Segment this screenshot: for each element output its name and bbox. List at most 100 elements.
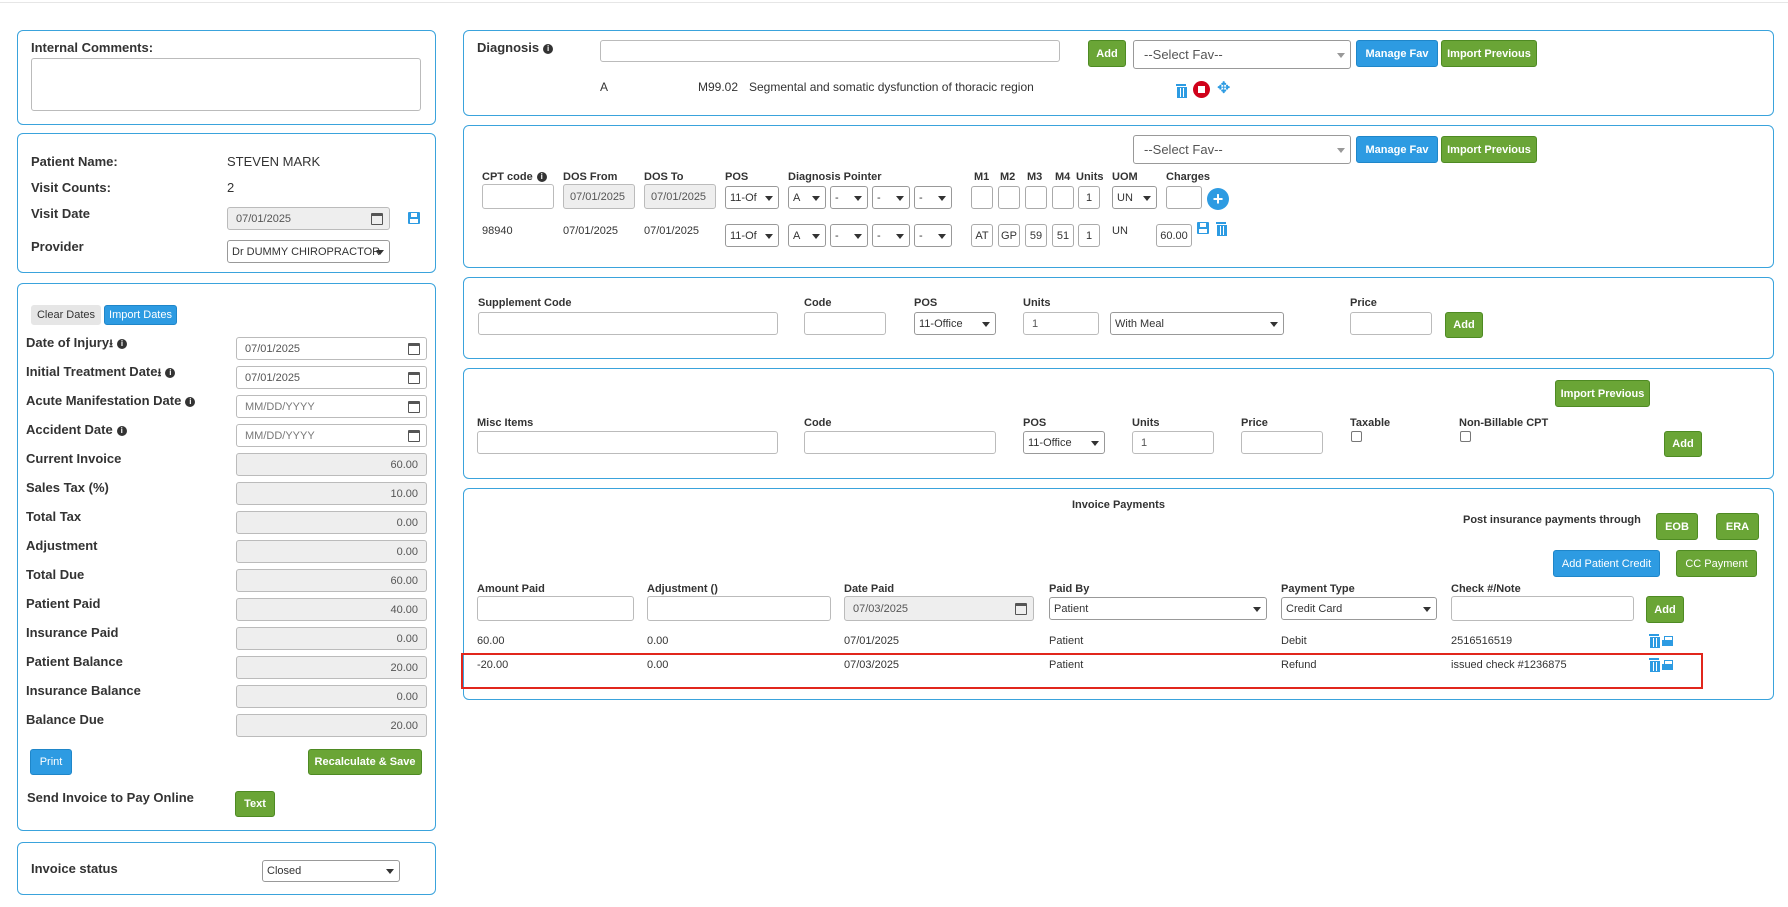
cpt-row-units[interactable]: 1 bbox=[1078, 224, 1100, 247]
cpt-row-pos-select[interactable]: 11-Of bbox=[725, 224, 779, 247]
misc-code-input[interactable] bbox=[804, 431, 996, 454]
cpt-row-m3[interactable]: 59 bbox=[1025, 224, 1047, 247]
adjustment-input[interactable] bbox=[647, 596, 831, 621]
initial-treatment-label: Initial Treatment Date⭳ i bbox=[26, 364, 176, 383]
invoice-status-select[interactable]: Closed bbox=[262, 860, 400, 882]
save-cpt-row-icon[interactable] bbox=[1197, 222, 1209, 234]
delete-diagnosis-icon[interactable] bbox=[1176, 83, 1187, 98]
new-dos-from-field[interactable]: 07/01/2025 bbox=[563, 184, 635, 209]
diagnosis-manage-fav-button[interactable]: Manage Fav bbox=[1356, 40, 1438, 67]
misc-price-input[interactable] bbox=[1241, 431, 1323, 454]
internal-comments-textarea[interactable] bbox=[31, 58, 421, 111]
cpt-row-pointer-1[interactable]: A bbox=[788, 224, 826, 247]
new-pointer-3-select[interactable]: - bbox=[872, 186, 910, 209]
supplement-code2-input[interactable] bbox=[804, 312, 886, 335]
eob-button[interactable]: EOB bbox=[1656, 513, 1698, 540]
m1-header: M1 bbox=[974, 171, 990, 183]
supplement-price-input[interactable] bbox=[1350, 312, 1432, 335]
cpt-code-input[interactable] bbox=[482, 184, 554, 209]
new-m4-input[interactable] bbox=[1052, 186, 1074, 209]
date-paid-value: 07/03/2025 bbox=[853, 602, 909, 615]
supplement-add-button[interactable]: Add bbox=[1445, 312, 1483, 338]
new-pointer-2-select[interactable]: - bbox=[830, 186, 868, 209]
save-visit-date-icon[interactable] bbox=[408, 212, 420, 224]
clear-dates-button[interactable]: Clear Dates bbox=[31, 305, 101, 325]
diagnosis-import-previous-button[interactable]: Import Previous bbox=[1441, 40, 1537, 67]
date-paid-field[interactable]: 07/03/2025 bbox=[844, 596, 1034, 621]
add-patient-credit-button[interactable]: Add Patient Credit bbox=[1553, 550, 1660, 577]
supplement-pos-select[interactable]: 11-Office bbox=[914, 312, 996, 335]
calendar-icon[interactable] bbox=[408, 342, 420, 355]
cpt-row-m4[interactable]: 51 bbox=[1052, 224, 1074, 247]
add-cpt-icon[interactable]: + bbox=[1207, 188, 1229, 210]
acute-manifestation-field[interactable]: MM/DD/YYYY bbox=[236, 395, 427, 418]
new-pos-select[interactable]: 11-Of bbox=[725, 186, 779, 209]
cpt-row-charges[interactable]: 60.00 bbox=[1156, 224, 1192, 247]
new-uom-select[interactable]: UN bbox=[1112, 186, 1157, 209]
total-value: 10.00 bbox=[236, 482, 427, 505]
calendar-icon[interactable] bbox=[408, 371, 420, 384]
recalculate-save-button[interactable]: Recalculate & Save bbox=[308, 749, 422, 775]
import-dates-button[interactable]: Import Dates bbox=[104, 305, 177, 325]
visit-date-field[interactable]: 07/01/2025 bbox=[227, 207, 390, 230]
initial-treatment-value: 07/01/2025 bbox=[245, 371, 301, 384]
cpt-row-m1[interactable]: AT bbox=[971, 224, 993, 247]
cpt-row-pos-value: 11-Of bbox=[730, 229, 757, 242]
provider-select[interactable]: Dr DUMMY CHIROPRACTOR bbox=[227, 240, 390, 263]
era-button[interactable]: ERA bbox=[1716, 513, 1759, 540]
info-icon: i bbox=[543, 44, 554, 54]
accident-date-field[interactable]: MM/DD/YYYY bbox=[236, 424, 427, 447]
print-receipt-icon[interactable] bbox=[1662, 636, 1673, 646]
supplement-code-label: Supplement Code bbox=[478, 297, 572, 309]
send-invoice-label: Send Invoice to Pay Online bbox=[27, 790, 194, 805]
cpt-row-pointer-4[interactable]: - bbox=[914, 224, 952, 247]
cpt-row-pointer-2[interactable]: - bbox=[830, 224, 868, 247]
cpt-import-previous-button[interactable]: Import Previous bbox=[1441, 136, 1537, 163]
print-button[interactable]: Print bbox=[30, 749, 72, 775]
initial-treatment-field[interactable]: 07/01/2025 bbox=[236, 366, 427, 389]
calendar-icon[interactable] bbox=[1015, 602, 1027, 615]
text-button[interactable]: Text bbox=[235, 791, 275, 817]
paid-by-select[interactable]: Patient bbox=[1049, 597, 1267, 620]
calendar-icon[interactable] bbox=[371, 212, 383, 225]
add-payment-button[interactable]: Add bbox=[1646, 596, 1684, 623]
supplement-meal-select[interactable]: With Meal bbox=[1110, 312, 1284, 335]
supplement-code-input[interactable] bbox=[478, 312, 778, 335]
new-pointer-4-select[interactable]: - bbox=[914, 186, 952, 209]
supplement-units-input[interactable]: 1 bbox=[1023, 312, 1099, 335]
dos-from-header: DOS From bbox=[563, 171, 618, 183]
new-charges-input[interactable] bbox=[1166, 186, 1202, 209]
check-note-input[interactable] bbox=[1451, 596, 1634, 621]
new-pointer-1-select[interactable]: A bbox=[788, 186, 826, 209]
misc-items-input[interactable] bbox=[477, 431, 778, 454]
cpt-row-m2[interactable]: GP bbox=[998, 224, 1020, 247]
misc-import-previous-button[interactable]: Import Previous bbox=[1555, 380, 1650, 407]
cpt-code-header-text: CPT code bbox=[482, 171, 533, 183]
new-m3-input[interactable] bbox=[1025, 186, 1047, 209]
cpt-row-pointer-3[interactable]: - bbox=[872, 224, 910, 247]
cpt-fav-select[interactable]: --Select Fav-- bbox=[1133, 135, 1351, 164]
new-m1-input[interactable] bbox=[971, 186, 993, 209]
delete-payment-icon[interactable] bbox=[1649, 633, 1660, 648]
move-icon[interactable]: ✥ bbox=[1217, 78, 1230, 98]
new-dos-to-field[interactable]: 07/01/2025 bbox=[644, 184, 716, 209]
non-billable-cpt-checkbox[interactable] bbox=[1460, 431, 1471, 442]
calendar-icon[interactable] bbox=[408, 429, 420, 442]
misc-units-input[interactable]: 1 bbox=[1132, 431, 1214, 454]
diagnosis-fav-select[interactable]: --Select Fav-- bbox=[1133, 40, 1351, 69]
delete-cpt-row-icon[interactable] bbox=[1216, 221, 1227, 236]
taxable-checkbox[interactable] bbox=[1351, 431, 1362, 442]
cc-payment-button[interactable]: CC Payment bbox=[1676, 550, 1757, 577]
misc-add-button[interactable]: Add bbox=[1664, 431, 1702, 457]
new-units-input[interactable]: 1 bbox=[1078, 186, 1100, 209]
cpt-manage-fav-button[interactable]: Manage Fav bbox=[1356, 136, 1438, 163]
amount-paid-input[interactable] bbox=[477, 596, 634, 621]
diagnosis-add-button[interactable]: Add bbox=[1088, 40, 1126, 67]
diagnosis-search-input[interactable] bbox=[600, 40, 1060, 62]
stop-icon[interactable] bbox=[1193, 81, 1210, 98]
date-of-injury-field[interactable]: 07/01/2025 bbox=[236, 337, 427, 360]
payment-type-select[interactable]: Credit Card bbox=[1281, 597, 1437, 620]
calendar-icon[interactable] bbox=[408, 400, 420, 413]
new-m2-input[interactable] bbox=[998, 186, 1020, 209]
misc-pos-select[interactable]: 11-Office bbox=[1023, 431, 1105, 454]
